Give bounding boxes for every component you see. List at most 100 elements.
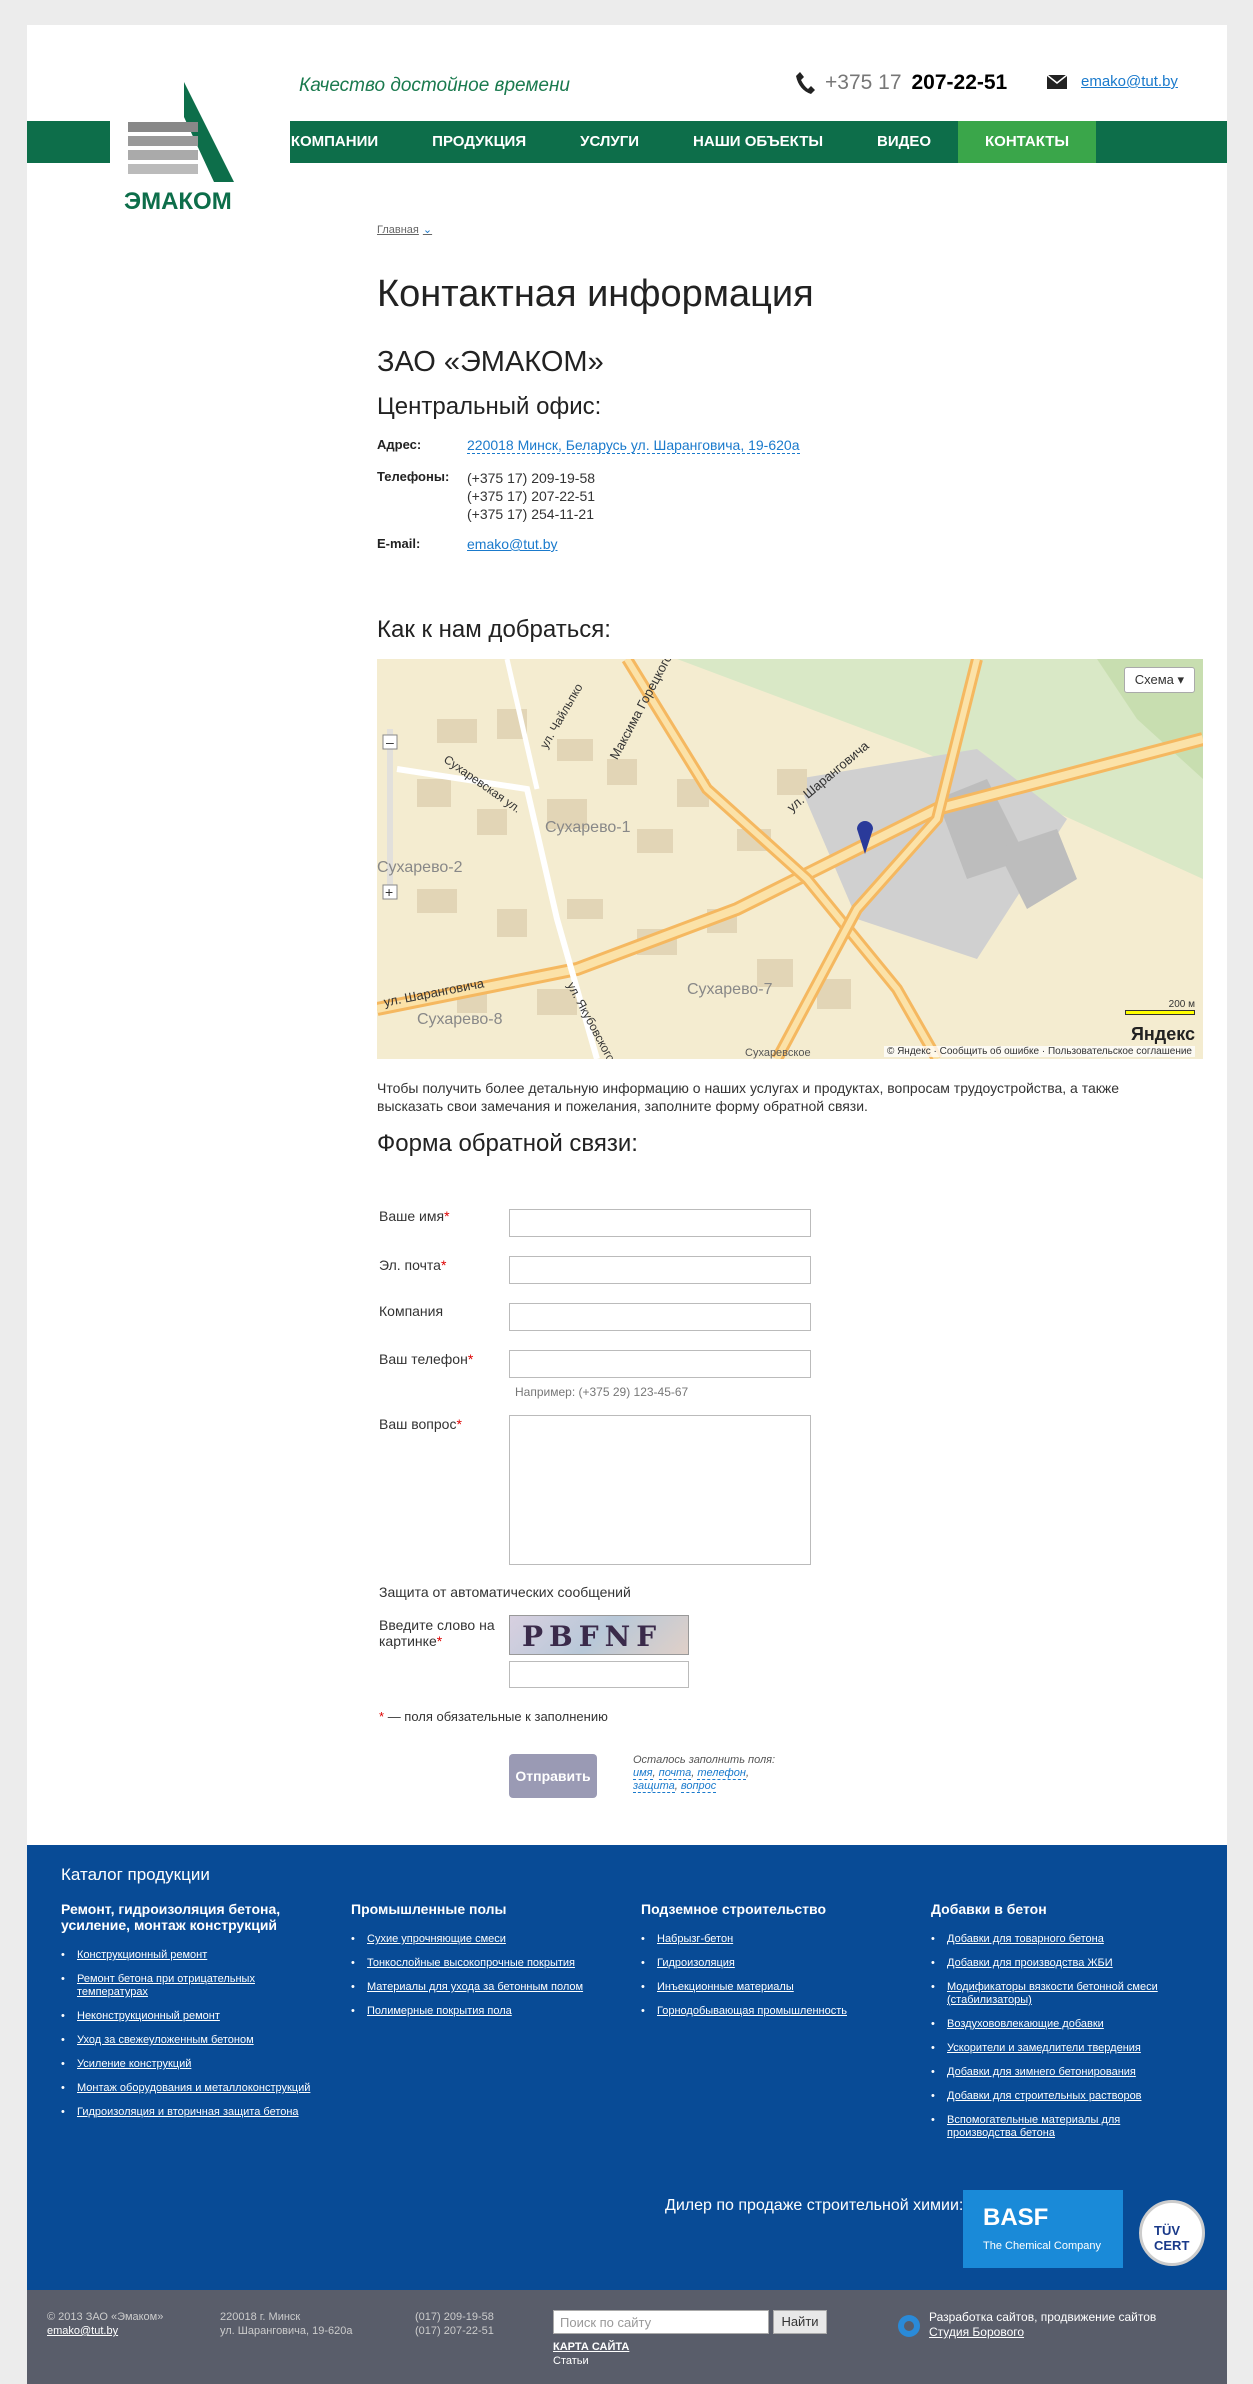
catalog-link[interactable]: Вспомогательные материалы для производст… <box>931 2114 1191 2140</box>
developer-text: Разработка сайтов, продвижение сайтов <box>929 2310 1157 2324</box>
bottom-address-1: 220018 г. Минск <box>220 2311 301 2323</box>
catalog-link[interactable]: Усиление конструкций <box>61 2058 321 2071</box>
search-button[interactable]: Найти <box>773 2310 827 2334</box>
catalog-link[interactable]: Воздухововлекающие добавки <box>931 2018 1191 2031</box>
nav-item-objects[interactable]: НАШИ ОБЪЕКТЫ <box>666 121 850 163</box>
map-label-suharevo2: Сухарево-2 <box>377 859 463 876</box>
catalog-link[interactable]: Добавки для строительных растворов <box>931 2090 1191 2103</box>
question-label: Ваш вопрос* <box>379 1416 462 1432</box>
map-label-suharevskoe: Сухаревское <box>745 1047 811 1059</box>
bottom-address-2: ул. Шаранговича, 19-620а <box>220 2325 353 2337</box>
nav-item-services[interactable]: УСЛУГИ <box>553 121 666 163</box>
phones-label: Телефоны: <box>377 469 450 484</box>
map-mode-label: Схема <box>1134 672 1174 687</box>
catalog-link[interactable]: Ремонт бетона при отрицательных температ… <box>61 1973 321 1999</box>
phone-label-text: Ваш телефон <box>379 1351 468 1367</box>
how-to-get-title: Как к нам добраться: <box>377 616 611 643</box>
map-mode-select[interactable]: Схема ▾ <box>1123 667 1195 693</box>
sitemap-link[interactable]: КАРТА САЙТА <box>553 2340 629 2354</box>
search-input[interactable]: Поиск по сайту <box>553 2310 769 2334</box>
studio-logo-icon <box>898 2315 920 2337</box>
phone-number: 207-22-51 <box>911 71 1008 94</box>
tuv-cert-icon: TÜV CERT <box>1139 2200 1205 2266</box>
bottom-phones: (017) 209-19-58 (017) 207-22-51 <box>415 2310 494 2338</box>
captcha-input[interactable] <box>509 1661 689 1688</box>
email-link[interactable]: emako@tut.by <box>467 536 557 552</box>
required-mark: * <box>467 1351 474 1367</box>
phone-icon <box>796 72 815 94</box>
remain-field-email[interactable]: почта <box>658 1767 692 1780</box>
catalog-link[interactable]: Неконструкционный ремонт <box>61 2010 321 2023</box>
captcha-word: PBFNF <box>522 1620 663 1653</box>
copyright-block: © 2013 ЗАО «Эмаком» emako@tut.by <box>47 2310 163 2338</box>
catalog-link[interactable]: Монтаж оборудования и металлоконструкций <box>61 2082 321 2095</box>
breadcrumb[interactable]: Главная ⌄ <box>377 223 432 236</box>
main-nav: О КОМПАНИИ ПРОДУКЦИЯ УСЛУГИ НАШИ ОБЪЕКТЫ… <box>248 121 1097 163</box>
copyright: © 2013 ЗАО «Эмаком» <box>47 2311 164 2323</box>
phone-input[interactable] <box>509 1350 811 1378</box>
bottom-phone-2: (017) 207-22-51 <box>415 2325 494 2337</box>
catalog-link[interactable]: Набрызг-бетон <box>641 1933 901 1946</box>
basf-logo[interactable]: BASF The Chemical Company <box>963 2190 1123 2268</box>
column-title: Ремонт, гидроизоляция бетона, усиление, … <box>61 1901 281 1933</box>
catalog-link[interactable]: Тонкослойные высокопрочные покрытия <box>351 1957 611 1970</box>
zoom-out-icon: – <box>386 734 394 750</box>
catalog-link[interactable]: Добавки для производства ЖБИ <box>931 1957 1191 1970</box>
bottom-bar: © 2013 ЗАО «Эмаком» emako@tut.by 220018 … <box>27 2290 1227 2384</box>
yandex-map[interactable]: – + Сухарево-1 Сухарево-2 Сухарево-7 Сух… <box>377 659 1203 1059</box>
catalog-link[interactable]: Материалы для ухода за бетонным полом <box>351 1981 611 1994</box>
company-label: Компания <box>379 1303 444 1319</box>
remain-text: Осталось заполнить поля: <box>633 1754 776 1766</box>
bottom-links: КАРТА САЙТА Статьи <box>553 2340 629 2368</box>
catalog-link[interactable]: Конструкционный ремонт <box>61 1949 321 1962</box>
catalog-link[interactable]: Сухие упрочняющие смеси <box>351 1933 611 1946</box>
address-link[interactable]: 220018 Минск, Беларусь ул. Шаранговича, … <box>467 437 800 454</box>
nav-item-company[interactable]: О КОМПАНИИ <box>248 121 405 163</box>
breadcrumb-home[interactable]: Главная <box>377 224 419 236</box>
articles-link[interactable]: Статьи <box>553 2354 629 2368</box>
catalog-link[interactable]: Уход за свежеуложенным бетоном <box>61 2034 321 2047</box>
required-mark: * <box>440 1257 447 1273</box>
bottom-email-link[interactable]: emako@tut.by <box>47 2324 163 2338</box>
map-scale-label: 200 м <box>1168 999 1195 1010</box>
submit-button[interactable]: Отправить <box>509 1754 597 1798</box>
address-label: Адрес: <box>377 437 422 452</box>
company-input[interactable] <box>509 1303 811 1331</box>
catalog-link[interactable]: Ускорители и замедлители твердения <box>931 2042 1191 2055</box>
remain-field-question[interactable]: вопрос <box>680 1780 717 1793</box>
catalog-link[interactable]: Инъекционные материалы <box>641 1981 901 1994</box>
catalog-link[interactable]: Гидроизоляция и вторичная защита бетона <box>61 2106 321 2119</box>
page-title: Контактная информация <box>377 273 814 315</box>
required-mark: * <box>436 1633 443 1649</box>
nav-item-video[interactable]: ВИДЕО <box>850 121 958 163</box>
header-email-link[interactable]: emako@tut.by <box>1081 73 1178 90</box>
catalog-column-repair: Ремонт, гидроизоляция бетона, усиление, … <box>61 1901 321 2130</box>
zoom-in-icon: + <box>385 884 393 900</box>
question-textarea[interactable] <box>509 1415 811 1565</box>
name-input[interactable] <box>509 1209 811 1237</box>
catalog-link[interactable]: Гидроизоляция <box>641 1957 901 1970</box>
remain-field-captcha[interactable]: защита <box>633 1780 675 1793</box>
map-footer[interactable]: © Яндекс · Сообщить об ошибке · Пользова… <box>883 1046 1195 1057</box>
developer-link[interactable]: Студия Борового <box>929 2325 1156 2340</box>
remain-field-phone[interactable]: телефон <box>697 1767 746 1780</box>
required-mark: * <box>379 1709 385 1724</box>
logo-text: ЭМАКОМ <box>124 188 232 215</box>
catalog-link[interactable]: Добавки для зимнего бетонирования <box>931 2066 1191 2079</box>
nav-item-products[interactable]: ПРОДУКЦИЯ <box>405 121 553 163</box>
catalog-link[interactable]: Горнодобывающая промышленность <box>641 2005 901 2018</box>
catalog-link[interactable]: Полимерные покрытия пола <box>351 2005 611 2018</box>
catalog-link[interactable]: Модификаторы вязкости бетонной смеси (ст… <box>931 1981 1191 2007</box>
remain-fields: Осталось заполнить поля: имя, почта, тел… <box>633 1754 776 1793</box>
column-title: Промышленные полы <box>351 1901 507 1917</box>
tuv-text: TÜV CERT <box>1154 2223 1190 2253</box>
nav-item-contacts[interactable]: КОНТАКТЫ <box>958 121 1097 163</box>
email-input[interactable] <box>509 1256 811 1284</box>
phone-1: (+375 17) 209-19-58 <box>467 470 596 486</box>
remain-field-name[interactable]: имя <box>633 1767 653 1780</box>
captcha-image: PBFNF <box>509 1615 689 1655</box>
map-scale: 200 м <box>1125 999 1195 1015</box>
map-label-suharevo8: Сухарево-8 <box>417 1011 503 1028</box>
email-field-label: Эл. почта* <box>379 1257 446 1273</box>
catalog-link[interactable]: Добавки для товарного бетона <box>931 1933 1191 1946</box>
